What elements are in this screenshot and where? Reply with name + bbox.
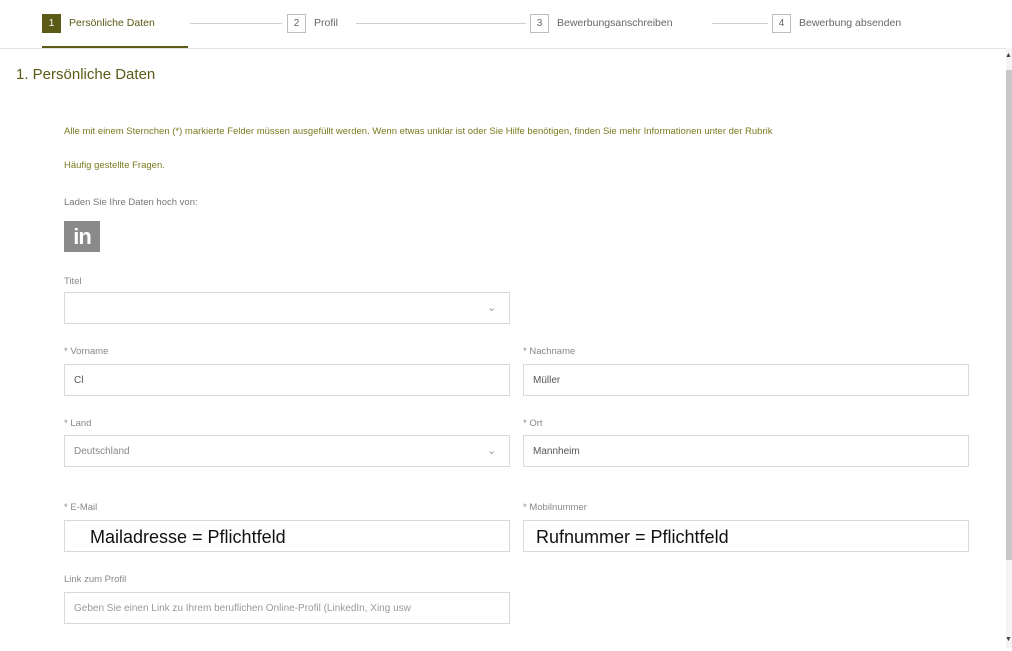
city-value: Mannheim [533, 445, 580, 457]
step-submit[interactable]: 4 Bewerbung absenden [772, 12, 901, 34]
title-label: Titel [64, 276, 82, 287]
step-label: Profil [314, 17, 338, 29]
step-number: 2 [287, 13, 306, 33]
step-connector [712, 23, 768, 24]
firstname-input[interactable]: Cl [64, 364, 510, 396]
step-profile[interactable]: 2 Profil [287, 12, 338, 34]
country-select[interactable]: Deutschland ⌄ [64, 435, 510, 467]
step-connector [356, 23, 526, 24]
step-connector [190, 23, 282, 24]
profile-link-placeholder: Geben Sie einen Link zu Ihrem berufliche… [74, 602, 411, 614]
mobile-annotation: Rufnummer = Pflichtfeld [530, 525, 735, 549]
chevron-down-icon: ⌄ [487, 445, 497, 457]
step-number: 1 [42, 13, 61, 33]
country-value: Deutschland [74, 445, 130, 457]
firstname-label: * Vorname [64, 346, 109, 357]
progress-stepper: 1 Persönliche Daten 2 Profil 3 Bewerbung… [0, 0, 1012, 49]
lastname-label: * Nachname [523, 346, 576, 357]
scrollbar-thumb[interactable] [1006, 70, 1012, 560]
required-fields-info: Alle mit einem Sternchen (*) markierte F… [64, 126, 773, 137]
step-number: 3 [530, 13, 549, 33]
email-label: * E-Mail [64, 502, 98, 513]
title-select[interactable]: ⌄ [64, 292, 510, 324]
city-label: * Ort [523, 418, 543, 429]
profile-link-input[interactable]: Geben Sie einen Link zu Ihrem berufliche… [64, 592, 510, 624]
firstname-value: Cl [74, 374, 84, 386]
divider [0, 48, 1006, 49]
step-personal-data[interactable]: 1 Persönliche Daten [42, 12, 155, 34]
step-label: Persönliche Daten [69, 17, 155, 29]
lastname-input[interactable]: Müller [523, 364, 969, 396]
chevron-down-icon: ⌄ [487, 302, 497, 314]
step-cover-letter[interactable]: 3 Bewerbungsanschreiben [530, 12, 673, 34]
email-annotation: Mailadresse = Pflichtfeld [84, 525, 292, 549]
lastname-value: Müller [533, 374, 561, 386]
faq-link[interactable]: Häufig gestellte Fragen. [64, 160, 165, 171]
step-label: Bewerbungsanschreiben [557, 17, 673, 29]
step-label: Bewerbung absenden [799, 17, 902, 29]
city-input[interactable]: Mannheim [523, 435, 969, 467]
linkedin-icon[interactable]: in [64, 221, 100, 252]
step-number: 4 [772, 13, 791, 33]
mobile-label: * Mobilnummer [523, 502, 587, 513]
scroll-down-icon[interactable]: ▼ [1005, 636, 1012, 643]
scroll-up-icon[interactable]: ▲ [1005, 52, 1012, 59]
upload-label: Laden Sie Ihre Daten hoch von: [64, 197, 198, 208]
country-label: * Land [64, 418, 92, 429]
page-title: 1. Persönliche Daten [16, 66, 156, 83]
profile-link-label: Link zum Profil [64, 574, 127, 585]
